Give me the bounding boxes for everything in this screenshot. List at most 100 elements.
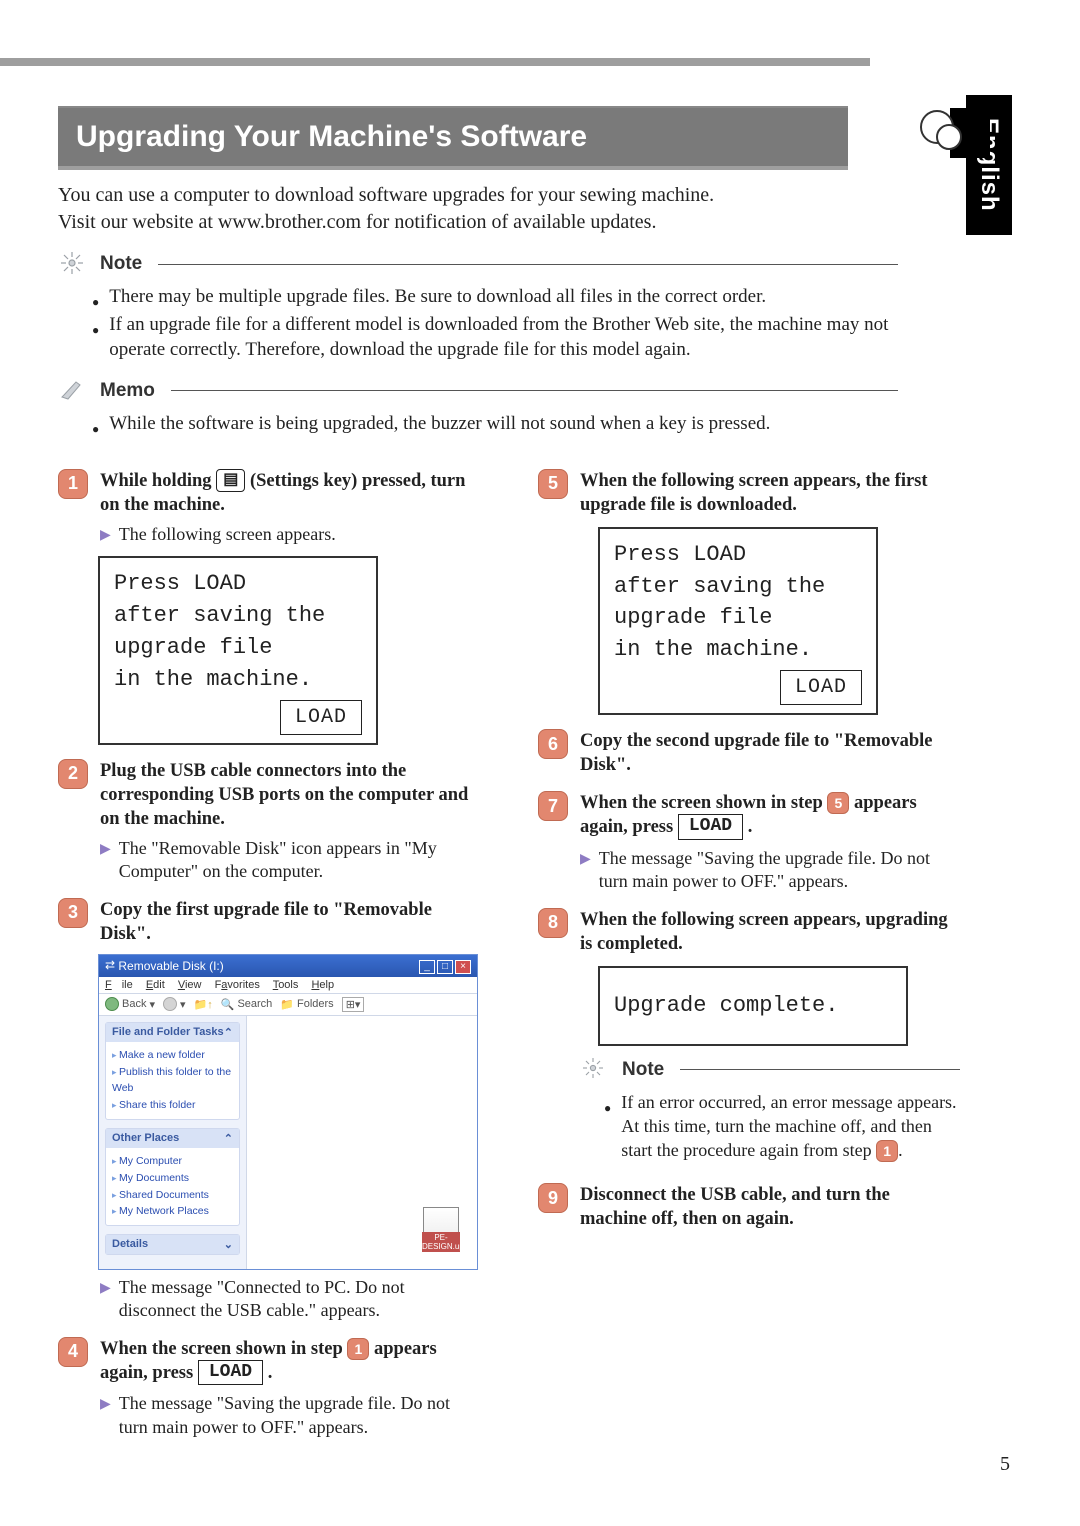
step-number-icon: 2: [58, 759, 88, 789]
page-title: Upgrading Your Machine's Software: [58, 106, 848, 166]
step-9: 9 Disconnect the USB cable, and turn the…: [538, 1183, 958, 1231]
step-8: 8 When the following screen appears, upg…: [538, 908, 958, 956]
lcd-line: Press LOAD: [114, 568, 362, 600]
search-button: 🔍Search: [221, 998, 273, 1011]
step-number-icon: 4: [58, 1337, 88, 1367]
rule: [158, 264, 898, 265]
step-text: .: [748, 817, 753, 837]
memo-item: While the software is being upgraded, th…: [109, 411, 770, 437]
places-panel: Other Places ⌃ My Computer My Documents S…: [105, 1128, 240, 1226]
step-1: 1 While holding ▤ (Settings key) pressed…: [58, 469, 478, 517]
lcd-line: in the machine.: [114, 664, 362, 696]
minimize-icon: _: [419, 960, 435, 974]
pencil-icon: [58, 377, 90, 405]
close-icon: ×: [455, 960, 471, 974]
explorer-window: ⇄ Removable Disk (I:) _□× File Edit View…: [98, 954, 478, 1270]
load-button-inline: LOAD: [198, 1360, 263, 1385]
step-number-icon: 8: [538, 908, 568, 938]
step-text: .: [268, 1363, 273, 1383]
step-number-icon: 3: [58, 898, 88, 928]
arrow-icon: ▶: [580, 851, 591, 898]
step-text: Copy the second upgrade file to "Removab…: [580, 729, 958, 777]
up-button: 📁↑: [194, 998, 213, 1011]
page-tab-decor: [920, 108, 980, 158]
lcd-screen: Press LOAD after saving the upgrade file…: [98, 556, 378, 745]
step-5: 5 When the following screen appears, the…: [538, 469, 958, 517]
panel-item: Publish this folder to the Web: [112, 1064, 233, 1098]
menu-item: Tools: [273, 979, 299, 991]
intro-line: Visit our website at www.brother.com for…: [58, 209, 868, 236]
memo-block: Memo While the software is being upgrade…: [58, 377, 898, 437]
lcd-line: Press LOAD: [614, 539, 862, 571]
bullet-icon: [92, 411, 99, 437]
details-panel: Details⌄: [105, 1234, 240, 1255]
note-label: Note: [622, 1059, 664, 1081]
rule: [680, 1069, 960, 1070]
panel-item: My Documents: [112, 1170, 233, 1187]
lcd-line: upgrade file: [614, 602, 862, 634]
arrow-icon: ▶: [100, 1280, 111, 1327]
toolbar: Back ▾ ▾ 📁↑ 🔍Search 📁Folders ⊞▾: [99, 994, 477, 1016]
menu-item: Edit: [146, 979, 165, 991]
step-7: 7 When the screen shown in step 5 appear…: [538, 791, 958, 840]
sparkle-icon: [58, 250, 90, 278]
inner-note-block: Note If an error occurred, an error mess…: [580, 1056, 960, 1163]
memo-label: Memo: [100, 380, 155, 402]
step-number-icon: 7: [538, 791, 568, 821]
lcd-screen: Press LOAD after saving the upgrade file…: [598, 527, 878, 716]
note-label: Note: [100, 253, 142, 275]
lcd-line: upgrade file: [114, 632, 362, 664]
step-sub: The message "Saving the upgrade file. Do…: [119, 1392, 478, 1439]
step-text: While holding: [100, 471, 216, 491]
menu-item: File: [105, 979, 133, 991]
note-block: Note There may be multiple upgrade files…: [58, 250, 898, 363]
step-text: When the following screen appears, the f…: [580, 469, 958, 517]
step-number-icon: 5: [538, 469, 568, 499]
arrow-icon: ▶: [100, 527, 111, 550]
step-text: Copy the first upgrade file to "Removabl…: [100, 898, 478, 946]
expand-icon: ⌄: [224, 1238, 233, 1251]
step-text: Plug the USB cable connectors into the c…: [100, 759, 478, 831]
step-sub: The message "Saving the upgrade file. Do…: [599, 847, 958, 894]
arrow-icon: ▶: [100, 841, 111, 888]
step-sub: The message "Connected to PC. Do not dis…: [119, 1276, 478, 1323]
step-number-icon: 1: [58, 469, 88, 499]
folders-button: 📁Folders: [280, 998, 333, 1011]
intro-text: You can use a computer to download softw…: [58, 182, 868, 236]
panel-item: Make a new folder: [112, 1047, 233, 1064]
lcd-screen-complete: Upgrade complete.: [598, 966, 908, 1046]
file-label: PE-DESIGN.upf: [422, 1232, 460, 1252]
window-titlebar: ⇄ Removable Disk (I:) _□×: [99, 955, 477, 977]
maximize-icon: □: [437, 960, 453, 974]
step-4: 4 When the screen shown in step 1 appear…: [58, 1337, 478, 1386]
step-number-icon: 6: [538, 729, 568, 759]
tasks-panel: File and Folder Tasks⌃ Make a new folder…: [105, 1022, 240, 1120]
panel-item: Shared Documents: [112, 1187, 233, 1204]
lcd-line: in the machine.: [614, 634, 862, 666]
bullet-icon: [604, 1090, 611, 1163]
side-panel: File and Folder Tasks ⌃ Make a new folder…: [99, 1016, 247, 1269]
lcd-line: Upgrade complete.: [614, 990, 892, 1022]
panel-item: My Network Places: [112, 1203, 233, 1220]
settings-key-icon: ▤: [216, 469, 245, 492]
forward-button: ▾: [163, 997, 186, 1011]
menu-item: Help: [311, 979, 334, 991]
left-column: 1 While holding ▤ (Settings key) pressed…: [58, 455, 478, 1440]
step-sub: The following screen appears.: [119, 523, 336, 546]
menu-item: Favorites: [215, 979, 260, 991]
step-ref-icon: 1: [347, 1338, 369, 1360]
sparkle-icon: [580, 1056, 612, 1084]
bullet-icon: [92, 312, 99, 363]
arrow-icon: ▶: [100, 1396, 111, 1443]
panel-item: My Computer: [112, 1153, 233, 1170]
step-text: When the screen shown in step: [100, 1339, 347, 1359]
step-text: When the screen shown in step: [580, 793, 827, 813]
step-2: 2 Plug the USB cable connectors into the…: [58, 759, 478, 831]
panel-title: Other Places: [112, 1132, 179, 1145]
panel-title: File and Folder Tasks: [112, 1026, 224, 1039]
rule: [171, 390, 898, 391]
collapse-icon: ⌃: [224, 1132, 233, 1145]
step-ref-icon: 5: [827, 792, 849, 814]
lcd-line: after saving the: [614, 571, 862, 603]
load-button: LOAD: [780, 670, 862, 705]
